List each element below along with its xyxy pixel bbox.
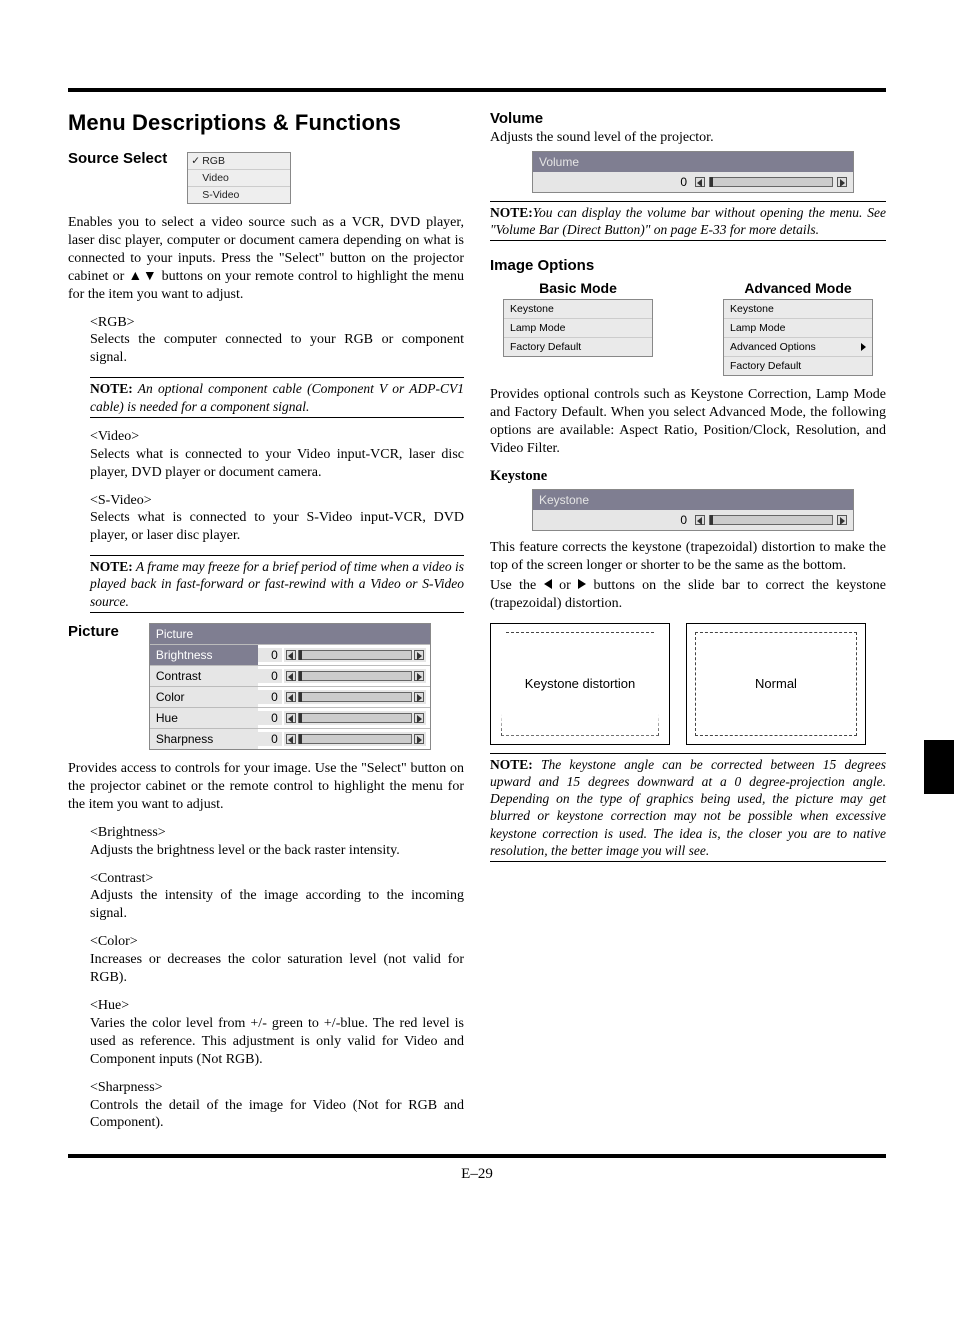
- menu-item-rgb[interactable]: ✓RGB: [188, 153, 290, 170]
- picture-desc: Provides access to controls for your ima…: [68, 760, 464, 814]
- picture-row-color[interactable]: Color 0: [150, 686, 430, 707]
- svideo-head: <S-Video>: [90, 492, 464, 510]
- picture-row-contrast[interactable]: Contrast 0: [150, 665, 430, 686]
- picture-block: Picture Picture Brightness 0 Contrast 0: [68, 623, 464, 750]
- keystone-panel-title: Keystone: [533, 490, 853, 510]
- figure-normal: Normal: [686, 623, 866, 745]
- page: Menu Descriptions & Functions Source Sel…: [0, 0, 954, 1223]
- brightness-text: Adjusts the brightness level or the back…: [90, 842, 464, 860]
- brightness-head: <Brightness>: [90, 824, 464, 842]
- svideo-text: Selects what is connected to your S-Vide…: [90, 509, 464, 545]
- rgb-text: Selects the computer connected to your R…: [90, 331, 464, 367]
- rgb-head: <RGB>: [90, 314, 464, 332]
- triangle-right-icon: [578, 579, 586, 589]
- triangle-left-icon: [544, 579, 552, 589]
- keystone-value: 0: [539, 513, 691, 527]
- triangle-right-icon[interactable]: [414, 713, 424, 723]
- keystone-p1: This feature corrects the keystone (trap…: [490, 539, 886, 575]
- keystone-figures: Keystone distortion Normal: [490, 623, 886, 745]
- menu-item-video[interactable]: Video: [188, 170, 290, 187]
- source-select-menu: ✓RGB Video S-Video: [187, 152, 291, 204]
- sharpness-text: Controls the detail of the image for Vid…: [90, 1097, 464, 1133]
- menu-item-svideo[interactable]: S-Video: [188, 187, 290, 203]
- basic-item-factory[interactable]: Factory Default: [504, 338, 652, 356]
- left-column: Menu Descriptions & Functions Source Sel…: [68, 110, 464, 1142]
- page-number: E–29: [68, 1166, 886, 1183]
- adv-item-advopt[interactable]: Advanced Options: [724, 338, 872, 357]
- source-select-title: Source Select: [68, 150, 187, 167]
- right-column: Volume Adjusts the sound level of the pr…: [490, 110, 886, 1142]
- advanced-mode-label: Advanced Mode: [723, 280, 873, 296]
- keystone-p2: Use the or buttons on the slide bar to c…: [490, 577, 886, 613]
- triangle-right-icon[interactable]: [414, 734, 424, 744]
- volume-panel: Volume 0: [532, 151, 854, 193]
- figure-distortion: Keystone distortion: [490, 623, 670, 745]
- color-head: <Color>: [90, 933, 464, 951]
- volume-panel-title: Volume: [533, 152, 853, 172]
- keystone-note: NOTE: The keystone angle can be correcte…: [490, 753, 886, 863]
- picture-row-sharpness[interactable]: Sharpness 0: [150, 728, 430, 749]
- advanced-mode-menu: Keystone Lamp Mode Advanced Options Fact…: [723, 299, 873, 376]
- keystone-title: Keystone: [490, 468, 886, 485]
- triangle-right-icon[interactable]: [837, 177, 847, 187]
- video-head: <Video>: [90, 428, 464, 446]
- chevron-right-icon: [861, 343, 866, 351]
- hue-text: Varies the color level from +/- green to…: [90, 1015, 464, 1069]
- contrast-head: <Contrast>: [90, 870, 464, 888]
- bottom-rule: [68, 1154, 886, 1158]
- heading-main: Menu Descriptions & Functions: [68, 110, 464, 136]
- triangle-left-icon[interactable]: [286, 692, 296, 702]
- triangle-left-icon[interactable]: [695, 515, 705, 525]
- hue-head: <Hue>: [90, 997, 464, 1015]
- triangle-right-icon[interactable]: [414, 692, 424, 702]
- picture-row-hue[interactable]: Hue 0: [150, 707, 430, 728]
- page-edge-tab: [924, 740, 954, 794]
- picture-menu: Picture Brightness 0 Contrast 0 Color 0: [149, 623, 431, 750]
- triangle-left-icon[interactable]: [286, 671, 296, 681]
- keystone-panel: Keystone 0: [532, 489, 854, 531]
- triangle-right-icon[interactable]: [414, 650, 424, 660]
- triangle-right-icon[interactable]: [837, 515, 847, 525]
- contrast-text: Adjusts the intensity of the image accor…: [90, 887, 464, 923]
- triangle-left-icon[interactable]: [286, 734, 296, 744]
- triangle-right-icon[interactable]: [414, 671, 424, 681]
- video-text: Selects what is connected to your Video …: [90, 446, 464, 482]
- picture-menu-header: Picture: [150, 624, 430, 644]
- adv-item-keystone[interactable]: Keystone: [724, 300, 872, 319]
- triangle-left-icon[interactable]: [286, 713, 296, 723]
- triangle-left-icon[interactable]: [695, 177, 705, 187]
- adv-item-factory[interactable]: Factory Default: [724, 357, 872, 375]
- image-options-desc: Provides optional controls such as Keyst…: [490, 386, 886, 458]
- volume-title: Volume: [490, 110, 886, 127]
- rgb-note: NOTE: An optional component cable (Compo…: [90, 377, 464, 418]
- image-options-modes: Basic Mode Keystone Lamp Mode Factory De…: [490, 280, 886, 376]
- basic-mode-label: Basic Mode: [503, 280, 653, 296]
- color-text: Increases or decreases the color saturat…: [90, 951, 464, 987]
- adv-item-lamp[interactable]: Lamp Mode: [724, 319, 872, 338]
- basic-mode-menu: Keystone Lamp Mode Factory Default: [503, 299, 653, 357]
- picture-row-brightness[interactable]: Brightness 0: [150, 644, 430, 665]
- volume-desc: Adjusts the sound level of the projector…: [490, 129, 886, 147]
- source-select-block: Source Select ✓RGB Video S-Video: [68, 150, 464, 204]
- triangle-left-icon[interactable]: [286, 650, 296, 660]
- top-rule: [68, 88, 886, 92]
- svideo-note: NOTE: A frame may freeze for a brief per…: [90, 555, 464, 613]
- volume-note: NOTE:You can display the volume bar with…: [490, 201, 886, 242]
- sharpness-head: <Sharpness>: [90, 1079, 464, 1097]
- picture-title: Picture: [68, 623, 149, 640]
- check-icon: ✓: [191, 155, 200, 167]
- basic-item-lamp[interactable]: Lamp Mode: [504, 319, 652, 338]
- source-select-desc: Enables you to select a video source suc…: [68, 214, 464, 304]
- image-options-title: Image Options: [490, 257, 886, 274]
- volume-value: 0: [539, 175, 691, 189]
- basic-item-keystone[interactable]: Keystone: [504, 300, 652, 319]
